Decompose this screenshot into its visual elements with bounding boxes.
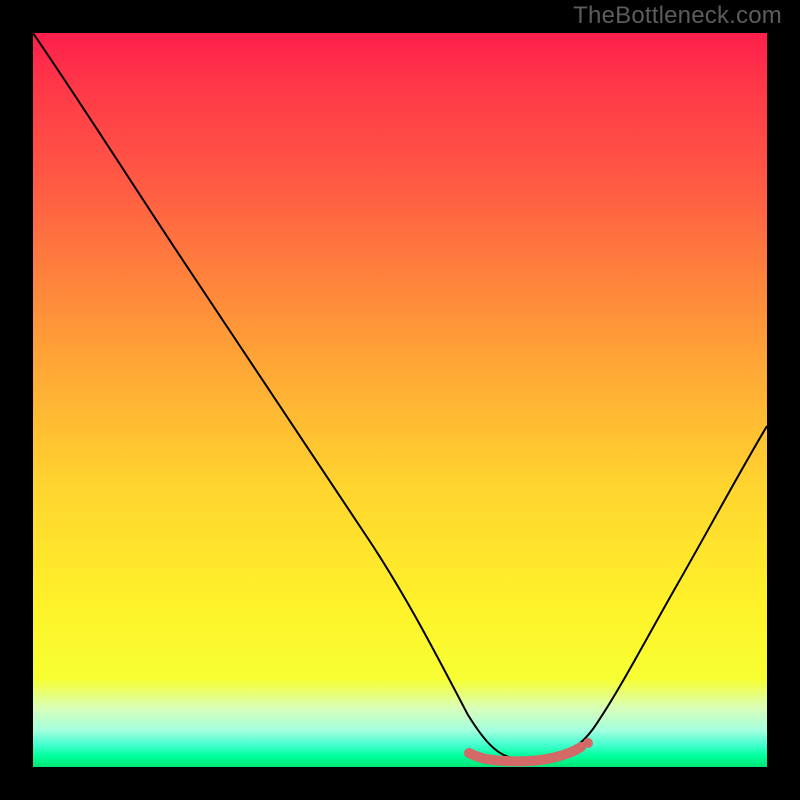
bottleneck-curve (33, 33, 767, 760)
curve-layer (33, 33, 767, 767)
optimal-range-dot (583, 738, 593, 748)
watermark-text: TheBottleneck.com (573, 2, 782, 30)
plot-area (33, 33, 767, 767)
chart-frame: TheBottleneck.com (0, 0, 800, 800)
optimal-range-band (469, 747, 581, 761)
